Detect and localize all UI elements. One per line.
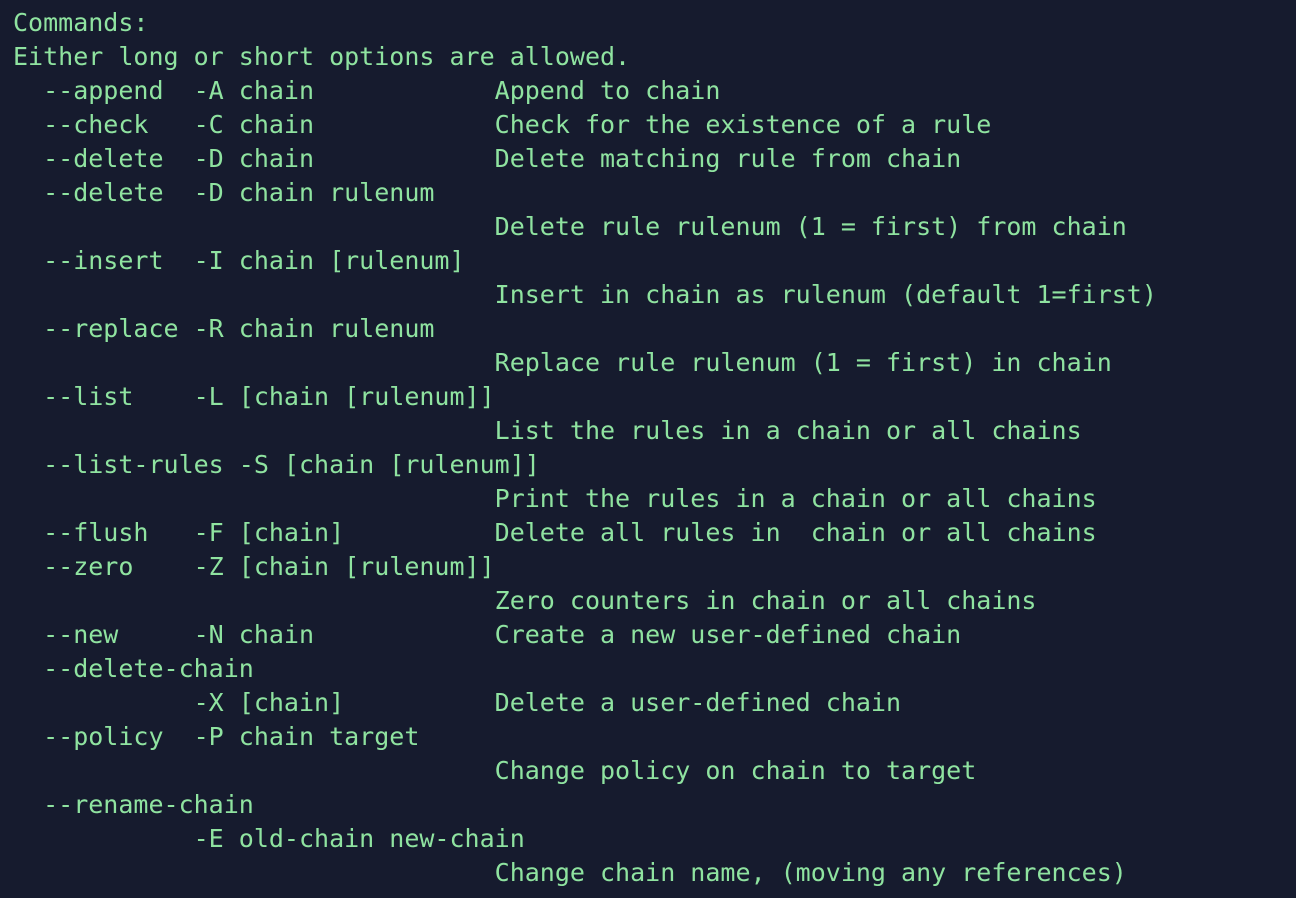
terminal-line-list-rules: --list-rules -S [chain [rulenum]] [13, 450, 540, 479]
terminal-line-check: --check -C chain Check for the existence… [13, 110, 992, 139]
terminal-line-rename-chain: --rename-chain [13, 790, 254, 819]
terminal-line-policy: --policy -P chain target [13, 722, 420, 751]
terminal-line-append: --append -A chain Append to chain [13, 76, 721, 105]
terminal-line-replace: --replace -R chain rulenum [13, 314, 435, 343]
terminal-line-rename-chain-args: -E old-chain new-chain [13, 824, 525, 853]
terminal-line-list: --list -L [chain [rulenum]] [13, 382, 495, 411]
terminal-output: Commands: Either long or short options ar… [0, 0, 1296, 890]
terminal-line-zero: --zero -Z [chain [rulenum]] [13, 552, 495, 581]
terminal-line-list-rules-desc: Print the rules in a chain or all chains [13, 484, 1097, 513]
terminal-line-delete-rulenum-desc: Delete rule rulenum (1 = first) from cha… [13, 212, 1127, 241]
terminal-line-insert: --insert -I chain [rulenum] [13, 246, 465, 275]
terminal-line-rename-chain-desc: Change chain name, (moving any reference… [13, 858, 1127, 887]
terminal-line-delete: --delete -D chain Delete matching rule f… [13, 144, 962, 173]
terminal-line-delete-chain: --delete-chain [13, 654, 254, 683]
terminal-line-replace-desc: Replace rule rulenum (1 = first) in chai… [13, 348, 1112, 377]
terminal-line-policy-desc: Change policy on chain to target [13, 756, 977, 785]
terminal-line-header: Commands: [13, 8, 149, 37]
terminal-line-delete-rulenum: --delete -D chain rulenum [13, 178, 435, 207]
terminal-window[interactable]: Commands: Either long or short options ar… [0, 0, 1296, 898]
terminal-line-insert-desc: Insert in chain as rulenum (default 1=fi… [13, 280, 1157, 309]
terminal-line-new: --new -N chain Create a new user-defined… [13, 620, 962, 649]
terminal-line-flush: --flush -F [chain] Delete all rules in c… [13, 518, 1097, 547]
terminal-line-list-desc: List the rules in a chain or all chains [13, 416, 1082, 445]
terminal-line-zero-desc: Zero counters in chain or all chains [13, 586, 1037, 615]
terminal-line-subheader: Either long or short options are allowed… [13, 42, 631, 71]
terminal-line-delete-chain-desc: -X [chain] Delete a user-defined chain [13, 688, 902, 717]
